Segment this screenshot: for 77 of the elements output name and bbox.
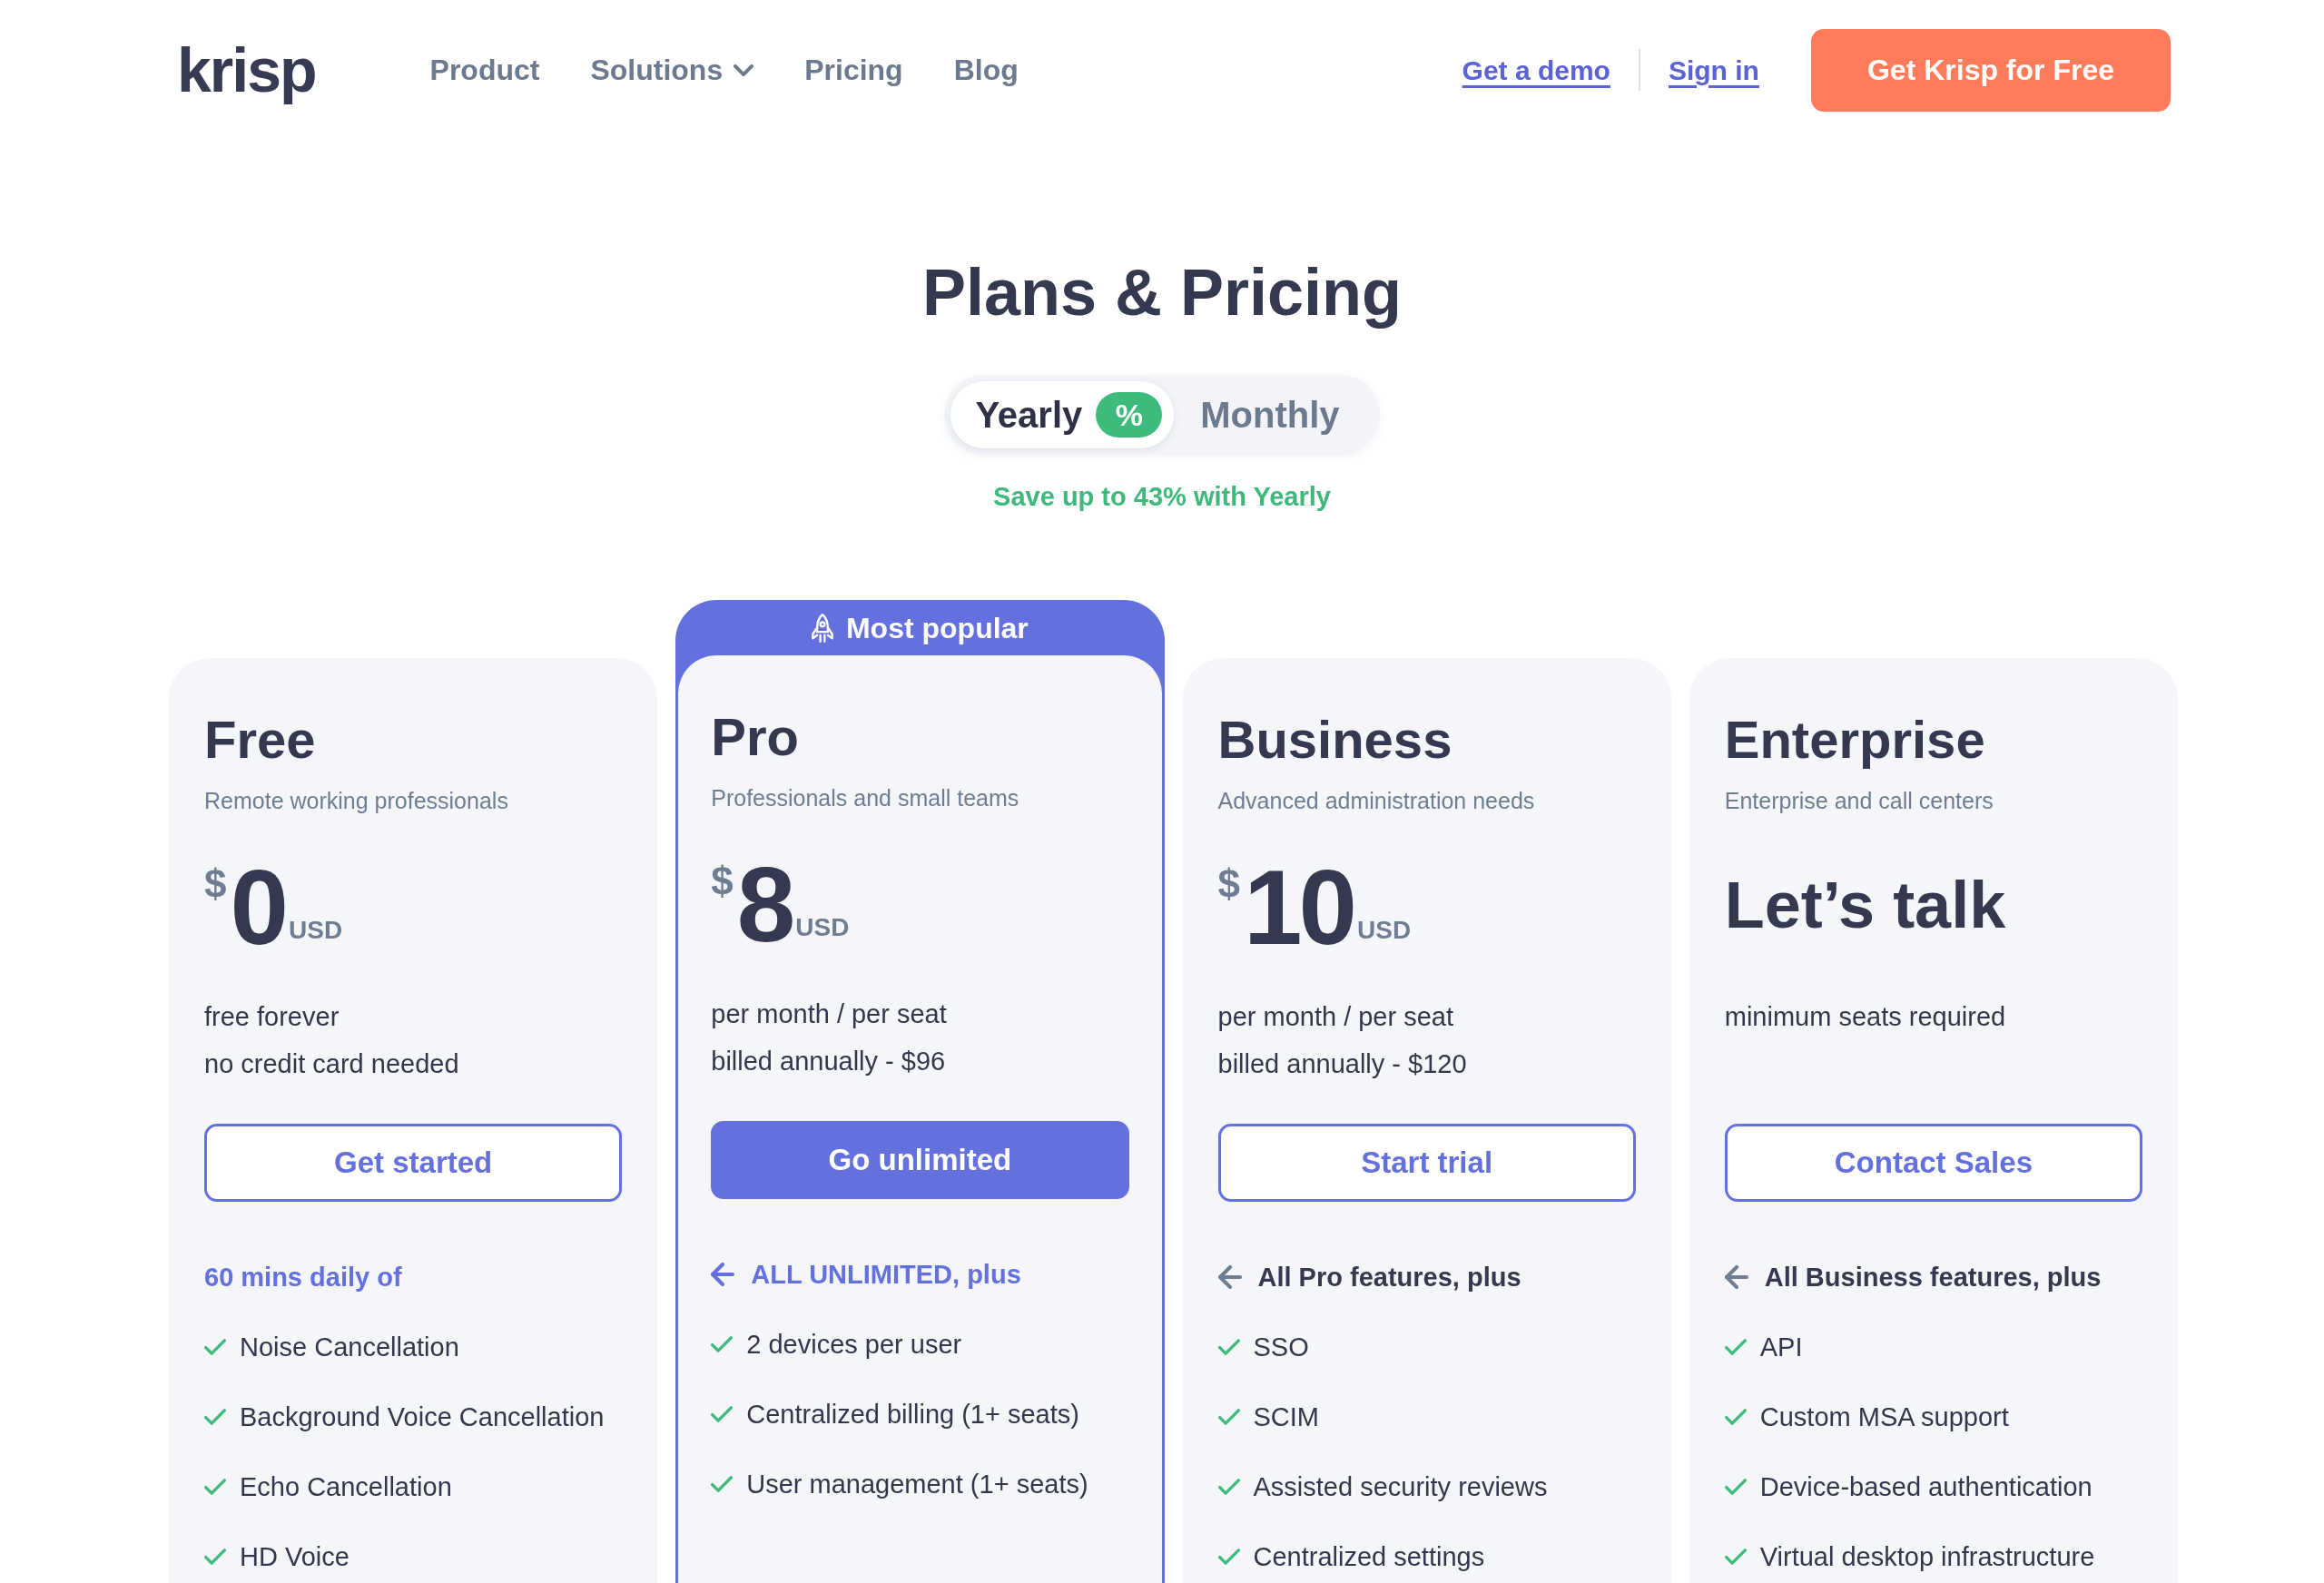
check-icon: [204, 1409, 226, 1425]
check-icon: [204, 1549, 226, 1565]
features-heading: All Pro features, plus: [1257, 1262, 1521, 1293]
currency-symbol: $: [711, 861, 734, 901]
plan-button[interactable]: Contact Sales: [1724, 1124, 2142, 1202]
check-icon: [711, 1406, 734, 1422]
price-note: per month / per seat: [1217, 1001, 1454, 1033]
check-icon: [711, 1336, 734, 1352]
feature-label: Custom MSA support: [1759, 1401, 2009, 1433]
check-icon: [1217, 1339, 1240, 1355]
plan-name: Free: [204, 709, 317, 771]
feature-label: Noise Cancellation: [240, 1332, 459, 1363]
features-heading: 60 mins daily of: [204, 1262, 402, 1293]
check-icon: [711, 1476, 734, 1492]
plan-button[interactable]: Go unlimited: [711, 1121, 1129, 1199]
nav-link[interactable]: Product: [429, 48, 540, 92]
cta-button[interactable]: Get Krisp for Free: [1810, 28, 2171, 112]
plan-subtitle: Remote working professionals: [204, 787, 509, 815]
plan-subtitle: Enterprise and call centers: [1724, 787, 1994, 815]
feature-label: User management (1+ seats): [746, 1469, 1088, 1500]
feature-label: Device-based authentication: [1759, 1471, 2093, 1503]
header-link[interactable]: Get a demo: [1462, 49, 1610, 91]
check-icon: [1217, 1479, 1240, 1495]
check-icon: [1724, 1549, 1747, 1565]
feature-label: Virtual desktop infrastructure: [1759, 1541, 2095, 1573]
rocket-icon: [811, 613, 833, 643]
billing-option[interactable]: Yearly %: [950, 381, 1175, 448]
features-heading: ALL UNLIMITED, plus: [751, 1259, 1021, 1291]
plan-subtitle: Professionals and small teams: [711, 784, 1020, 812]
price-amount: 8: [736, 852, 793, 958]
check-icon: [1724, 1409, 1747, 1425]
nav-link[interactable]: Solutions: [590, 48, 754, 92]
currency-unit: USD: [795, 915, 850, 940]
feature-label: SSO: [1253, 1332, 1309, 1363]
price-note: no credit card needed: [204, 1048, 459, 1080]
check-icon: [204, 1479, 226, 1495]
feature-label: SCIM: [1253, 1401, 1319, 1433]
plan-button[interactable]: Get started: [204, 1124, 623, 1202]
features-heading: All Business features, plus: [1764, 1262, 2102, 1293]
header-link[interactable]: Sign in: [1668, 49, 1759, 91]
page-title: Plans & Pricing: [921, 256, 1403, 329]
price-amount: 0: [230, 855, 285, 960]
currency-symbol: $: [204, 864, 227, 904]
price-note: billed annually - $96: [711, 1046, 946, 1077]
discount-badge: %: [1096, 392, 1163, 438]
check-icon: [1217, 1549, 1240, 1565]
savings-note: Save up to 43% with Yearly: [993, 482, 1331, 511]
plan-subtitle: Advanced administration needs: [1217, 787, 1536, 815]
popular-label: Most popular: [845, 610, 1029, 646]
price-note: billed annually - $120: [1217, 1048, 1467, 1080]
currency-unit: USD: [1357, 918, 1412, 943]
price-amount: 10: [1244, 855, 1354, 960]
plan-name: Pro: [711, 706, 800, 768]
currency-unit: USD: [289, 918, 343, 943]
feature-label: Assisted security reviews: [1253, 1471, 1548, 1503]
check-icon: [1724, 1339, 1747, 1355]
price-note: minimum seats required: [1724, 1001, 2006, 1033]
billing-option[interactable]: Monthly: [1174, 381, 1374, 448]
feature-label: HD Voice: [240, 1541, 350, 1573]
feature-label: Echo Cancellation: [240, 1471, 452, 1503]
nav-link[interactable]: Blog: [953, 48, 1019, 92]
check-icon: [204, 1339, 226, 1355]
check-icon: [1724, 1479, 1747, 1495]
feature-label: Centralized billing (1+ seats): [746, 1399, 1079, 1431]
price-text: Let’s talk: [1724, 872, 2006, 938]
feature-label: Centralized settings: [1253, 1541, 1485, 1573]
currency-symbol: $: [1217, 864, 1240, 904]
feature-label: API: [1759, 1332, 1803, 1363]
nav-link[interactable]: Pricing: [804, 48, 903, 92]
feature-label: Background Voice Cancellation: [240, 1401, 605, 1433]
plan-name: Enterprise: [1724, 709, 1986, 771]
price-note: free forever: [204, 1001, 340, 1033]
feature-label: 2 devices per user: [746, 1329, 962, 1361]
plan-button[interactable]: Start trial: [1217, 1124, 1636, 1202]
price-note: per month / per seat: [711, 998, 947, 1030]
plan-name: Business: [1217, 709, 1453, 771]
check-icon: [1217, 1409, 1240, 1425]
